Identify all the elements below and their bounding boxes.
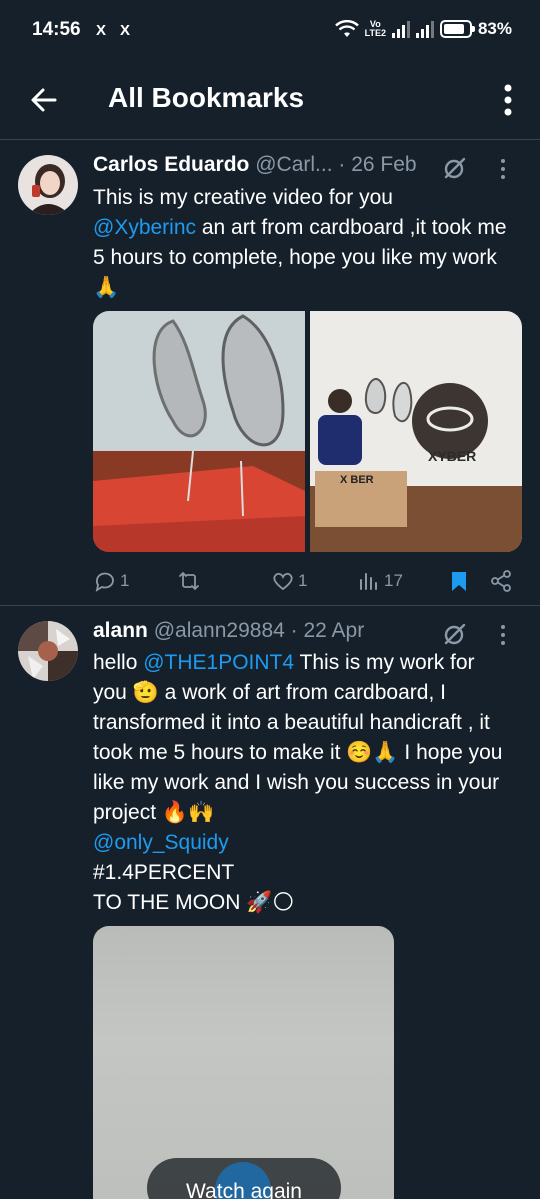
views-icon — [360, 573, 377, 590]
more-vert-icon[interactable] — [496, 80, 520, 120]
bookmark-icon — [452, 572, 466, 591]
tweet-actions: 1 1 17 — [93, 566, 523, 596]
like-button[interactable]: 1 — [271, 566, 307, 596]
retweet-icon — [179, 572, 199, 590]
back-arrow-icon[interactable] — [26, 82, 62, 118]
image-logo-text: XYBER — [428, 448, 476, 464]
tweet-text: This is my creative video for you @Xyberi… — [93, 186, 507, 299]
status-bar: 14:56 X X Vo LTE2 83% — [0, 0, 540, 62]
tweet-media[interactable]: XYBER X BER — [93, 311, 522, 552]
page-title: All Bookmarks — [108, 82, 305, 113]
battery-icon — [439, 20, 475, 38]
author-handle[interactable]: @Carl... — [255, 153, 332, 176]
image-box-text: X BER — [340, 474, 374, 486]
status-time: 14:56 — [32, 19, 81, 40]
battery-percent: 83% — [477, 19, 512, 38]
signal-2-icon — [415, 20, 434, 38]
tweet[interactable]: alann @alann29884 · 22 Apr hello @THE1PO… — [0, 607, 540, 1199]
mention-link[interactable]: @Xyberinc — [93, 216, 196, 239]
tweet-date: · 22 Apr — [290, 619, 365, 642]
share-button[interactable] — [489, 566, 513, 596]
more-options-icon[interactable] — [498, 157, 508, 181]
tweet-date: · 26 Feb — [338, 153, 417, 176]
avatar[interactable] — [18, 621, 78, 681]
tweet[interactable]: Carlos Eduardo @Carl... · 26 Feb This is… — [0, 141, 540, 606]
volte-indicator: Vo LTE2 — [364, 19, 386, 38]
grok-icon[interactable] — [442, 155, 468, 181]
media-image-artist[interactable]: XYBER X BER — [310, 311, 522, 552]
author-name[interactable]: Carlos Eduardo — [93, 153, 249, 176]
views-button[interactable]: 17 — [357, 566, 403, 596]
more-options-icon[interactable] — [498, 623, 508, 647]
x-notification-icon: X — [120, 22, 131, 39]
author-handle[interactable]: @alann29884 — [154, 619, 285, 642]
like-icon — [273, 572, 293, 591]
tweet-header: alann @alann29884 · 22 Apr — [93, 619, 530, 649]
signal-1-icon — [391, 20, 410, 38]
header: All Bookmarks — [0, 62, 540, 140]
tweet-video[interactable]: Watch again — [93, 926, 394, 1199]
bookmark-button[interactable] — [447, 566, 471, 596]
mention-link[interactable]: @only_Squidy — [93, 831, 229, 854]
grok-icon[interactable] — [442, 621, 468, 647]
reply-icon — [95, 572, 114, 592]
reply-button[interactable]: 1 — [93, 566, 129, 596]
author-name[interactable]: alann — [93, 619, 148, 642]
status-right: Vo LTE2 83% — [334, 19, 512, 39]
wifi-icon — [334, 20, 359, 37]
media-image-sculpture[interactable] — [93, 311, 305, 552]
x-notification-icon: X — [96, 22, 107, 39]
share-icon — [491, 570, 511, 592]
hashtag-line: #1.4PERCENT — [93, 861, 235, 884]
tweet-header: Carlos Eduardo @Carl... · 26 Feb — [93, 153, 530, 183]
avatar[interactable] — [18, 155, 78, 215]
watch-again-button[interactable]: Watch again — [147, 1158, 341, 1199]
mention-link[interactable]: @THE1POINT4 — [143, 651, 294, 674]
tweet-text: hello @THE1POINT4 This is my work for yo… — [93, 651, 503, 914]
retweet-button[interactable] — [177, 566, 201, 596]
